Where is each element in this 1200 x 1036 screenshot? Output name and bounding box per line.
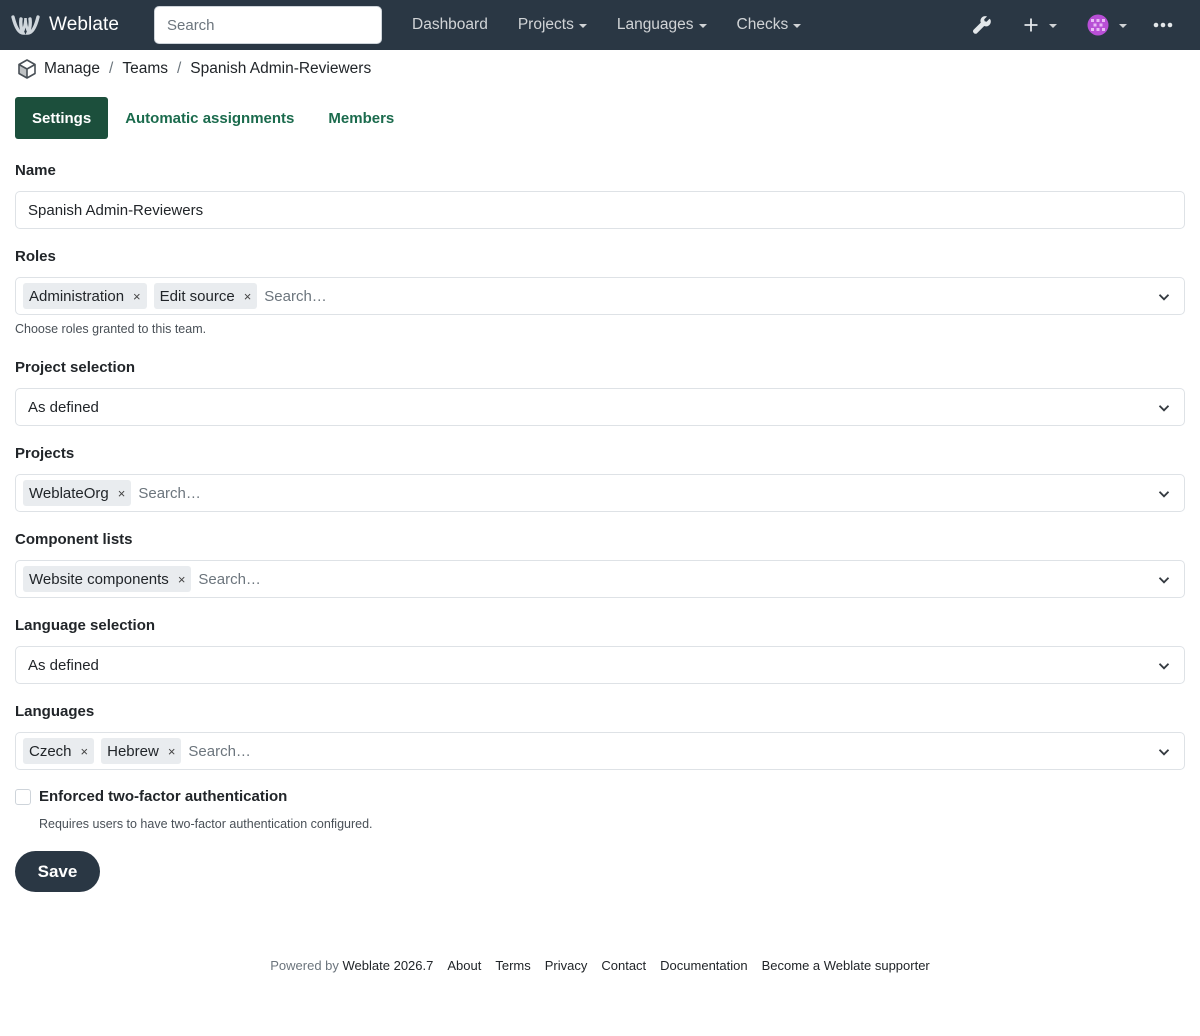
- remove-tag-icon[interactable]: ×: [133, 289, 141, 304]
- roles-search-input[interactable]: Search…: [264, 288, 327, 305]
- two-factor-checkbox[interactable]: [15, 788, 31, 805]
- nav-dashboard-label: Dashboard: [412, 16, 488, 33]
- nav-projects-dropdown[interactable]: Projects: [518, 16, 587, 34]
- tab-members[interactable]: Members: [311, 97, 411, 139]
- languages-select[interactable]: Czech × Hebrew × Search…: [15, 732, 1185, 770]
- avatar: [1087, 14, 1109, 36]
- nav-checks-dropdown[interactable]: Checks: [737, 16, 802, 34]
- role-tag-administration: Administration ×: [23, 283, 147, 309]
- manage-cube-icon: [18, 59, 36, 79]
- breadcrumb-separator: /: [176, 60, 182, 77]
- language-selection-value: As defined: [28, 656, 99, 674]
- footer-about-link[interactable]: About: [447, 958, 481, 973]
- footer-documentation-link[interactable]: Documentation: [660, 958, 747, 973]
- top-navbar: Weblate Dashboard Projects Languages Che…: [0, 0, 1200, 50]
- more-icon: [1153, 22, 1173, 28]
- breadcrumb: Manage / Teams / Spanish Admin-Reviewers: [16, 57, 371, 81]
- weblate-logo-icon: [11, 15, 40, 35]
- remove-tag-icon[interactable]: ×: [244, 289, 252, 304]
- footer-contact-link[interactable]: Contact: [601, 958, 646, 973]
- tag-label: Czech: [29, 742, 72, 760]
- breadcrumb-teams[interactable]: Teams: [122, 60, 168, 78]
- project-selection-select[interactable]: As defined: [15, 388, 1185, 426]
- languages-search-input[interactable]: Search…: [188, 743, 251, 760]
- roles-help: Choose roles granted to this team.: [15, 322, 207, 336]
- project-selection-value: As defined: [28, 398, 99, 416]
- breadcrumb-separator: /: [109, 60, 114, 77]
- caret-down-icon: [793, 24, 802, 28]
- tag-label: Website components: [29, 570, 169, 588]
- footer-terms-link[interactable]: Terms: [495, 958, 530, 973]
- breadcrumb-team-name[interactable]: Spanish Admin-Reviewers: [190, 60, 371, 78]
- chevron-down-icon: [1158, 294, 1170, 301]
- tag-label: WeblateOrg: [29, 484, 109, 502]
- project-tag-weblateorg: WeblateOrg ×: [23, 480, 132, 506]
- nav-links: Dashboard Projects Languages Checks: [412, 0, 831, 50]
- component-lists-label: Component lists: [15, 531, 133, 548]
- languages-label: Languages: [15, 703, 95, 720]
- tag-label: Edit source: [159, 287, 235, 305]
- name-label: Name: [15, 162, 56, 179]
- more-menu-button[interactable]: [1153, 0, 1173, 50]
- component-lists-select[interactable]: Website components × Search…: [15, 560, 1185, 598]
- nav-languages-dropdown[interactable]: Languages: [617, 16, 707, 34]
- language-tag-czech: Czech ×: [23, 738, 95, 764]
- projects-search-input[interactable]: Search…: [138, 485, 201, 502]
- brand-name: Weblate: [49, 14, 120, 35]
- component-lists-search-input[interactable]: Search…: [198, 571, 261, 588]
- two-factor-label[interactable]: Enforced two-factor authentication: [39, 788, 287, 805]
- remove-tag-icon[interactable]: ×: [81, 744, 89, 759]
- remove-tag-icon[interactable]: ×: [178, 572, 186, 587]
- remove-tag-icon[interactable]: ×: [118, 486, 126, 501]
- two-factor-help: Requires users to have two-factor authen…: [39, 817, 373, 831]
- chevron-down-icon: [1158, 749, 1170, 756]
- projects-label: Projects: [15, 445, 75, 462]
- chevron-down-icon: [1158, 663, 1170, 670]
- footer: Powered by Weblate 2026.7 About Terms Pr…: [0, 958, 1200, 973]
- wrench-icon: [973, 16, 991, 34]
- tools-button[interactable]: [972, 0, 992, 50]
- language-selection-select[interactable]: As defined: [15, 646, 1185, 684]
- caret-down-icon: [1119, 24, 1127, 28]
- nav-checks-label: Checks: [736, 16, 789, 33]
- tag-label: Hebrew: [107, 742, 159, 760]
- plus-icon: [1024, 18, 1038, 32]
- breadcrumb-manage[interactable]: Manage: [44, 60, 100, 78]
- chevron-down-icon: [1158, 577, 1170, 584]
- brand[interactable]: Weblate: [11, 0, 119, 50]
- nav-dashboard[interactable]: Dashboard: [412, 16, 488, 34]
- component-list-tag-website-components: Website components ×: [23, 566, 192, 592]
- nav-languages-label: Languages: [616, 16, 694, 33]
- user-menu-button[interactable]: [1087, 0, 1127, 50]
- footer-powered-prefix: Powered by: [270, 958, 339, 973]
- tab-settings[interactable]: Settings: [15, 97, 109, 139]
- language-tag-hebrew: Hebrew ×: [101, 738, 182, 764]
- footer-privacy-link[interactable]: Privacy: [545, 958, 588, 973]
- project-selection-label: Project selection: [15, 359, 136, 376]
- add-menu-button[interactable]: [1023, 0, 1057, 50]
- footer-supporter-link[interactable]: Become a Weblate supporter: [762, 958, 930, 973]
- team-tabs: Settings Automatic assignments Members: [15, 97, 411, 139]
- caret-down-icon: [698, 24, 707, 28]
- nav-search-input[interactable]: [154, 6, 382, 44]
- tab-automatic-assignments[interactable]: Automatic assignments: [108, 97, 311, 139]
- projects-select[interactable]: WeblateOrg × Search…: [15, 474, 1185, 512]
- footer-weblate-version-link[interactable]: Weblate 2026.7: [343, 958, 434, 973]
- chevron-down-icon: [1158, 491, 1170, 498]
- footer-powered-by: Powered by Weblate 2026.7: [270, 958, 433, 973]
- nav-projects-label: Projects: [517, 16, 574, 33]
- roles-label: Roles: [15, 248, 56, 265]
- role-tag-edit-source: Edit source ×: [153, 283, 258, 309]
- two-factor-row: Enforced two-factor authentication: [15, 788, 287, 805]
- roles-select[interactable]: Administration × Edit source × Search…: [15, 277, 1185, 315]
- language-selection-label: Language selection: [15, 617, 156, 634]
- caret-down-icon: [578, 24, 587, 28]
- remove-tag-icon[interactable]: ×: [168, 744, 176, 759]
- chevron-down-icon: [1158, 405, 1170, 412]
- tag-label: Administration: [29, 287, 125, 305]
- name-input[interactable]: Spanish Admin-Reviewers: [15, 191, 1185, 229]
- save-button[interactable]: Save: [15, 851, 100, 892]
- caret-down-icon: [1049, 24, 1057, 28]
